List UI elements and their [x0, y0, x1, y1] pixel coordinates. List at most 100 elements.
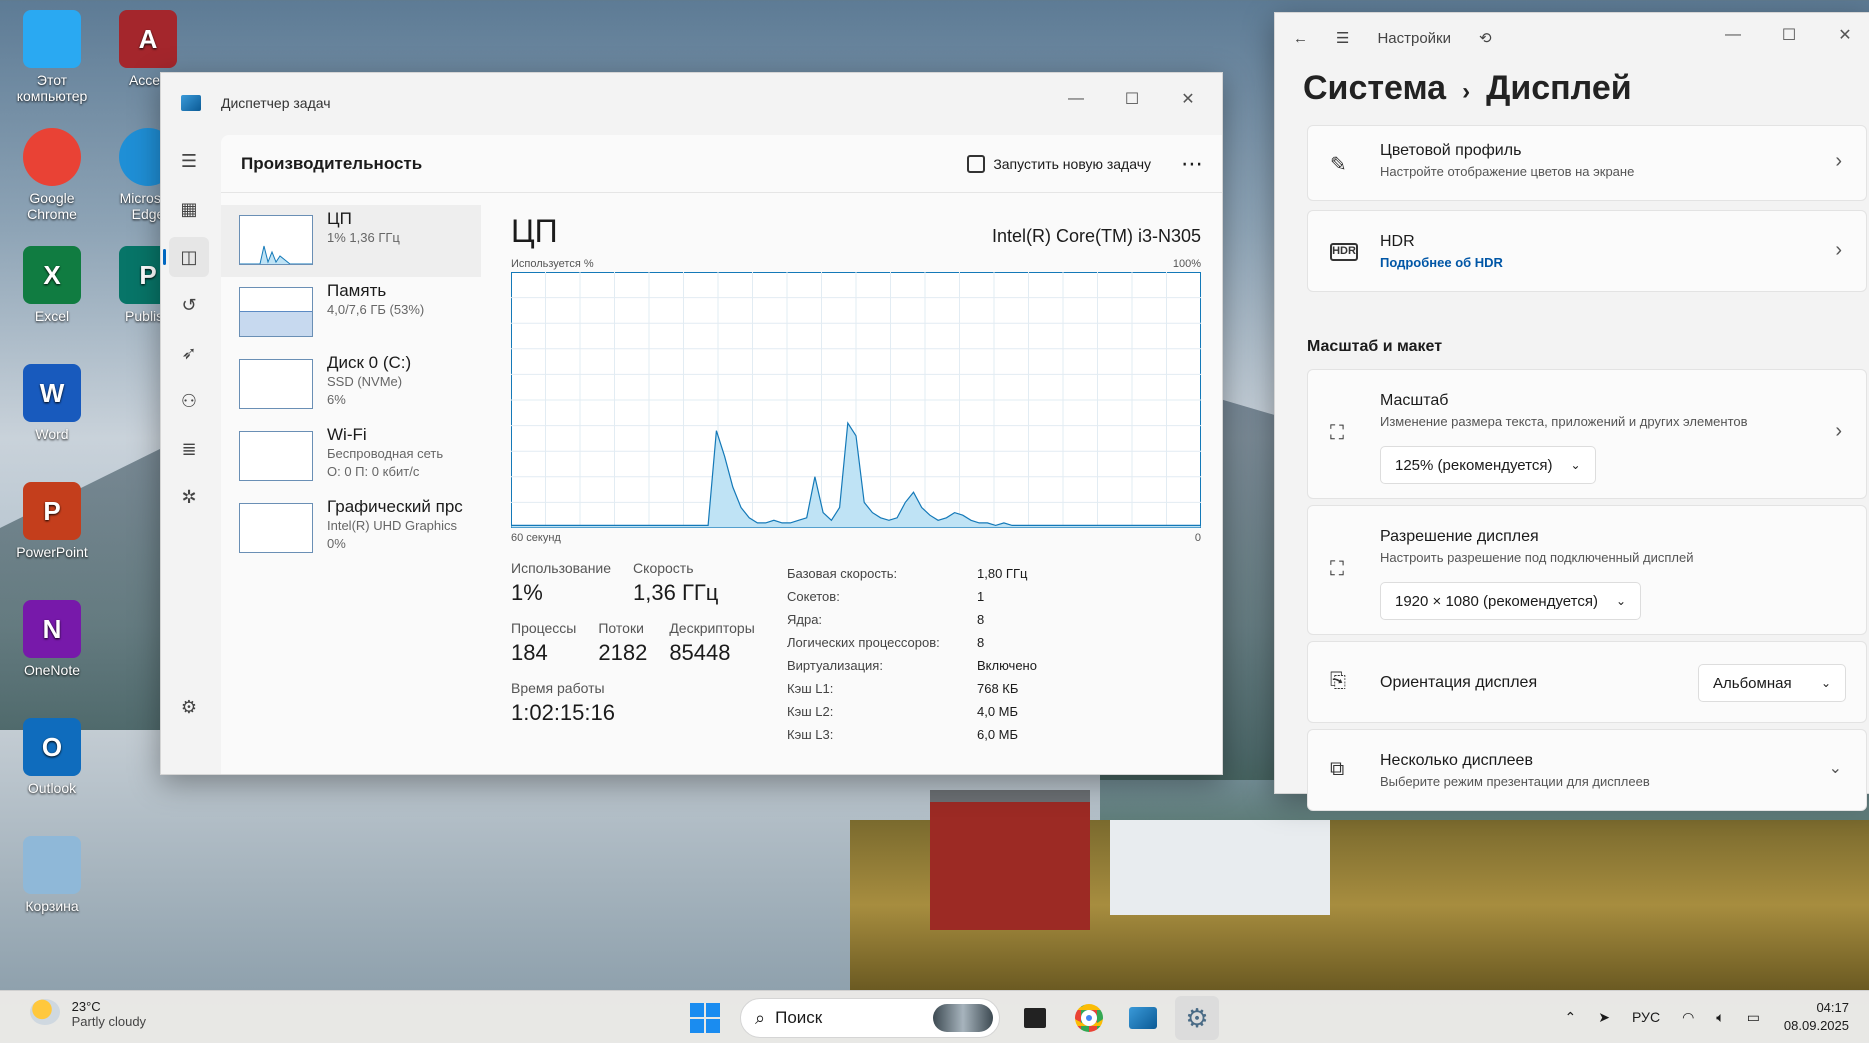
weather-temp: 23°C: [71, 999, 101, 1014]
cpu-heading: ЦП: [511, 213, 558, 249]
desktop-icon-label: OneNote: [23, 662, 81, 678]
spec-row: Кэш L3: 6,0 МБ: [787, 723, 1037, 746]
spec-key: Кэш L1:: [787, 681, 834, 696]
app-history-icon[interactable]: ↺: [169, 285, 209, 325]
hamburger-menu-icon[interactable]: ☰: [169, 141, 209, 181]
location-icon[interactable]: ➤: [1598, 1009, 1610, 1026]
minimize-button[interactable]: —: [1048, 81, 1104, 117]
hdr-card[interactable]: HDR HDR Подробнее об HDR ›: [1307, 210, 1867, 292]
desktop-icon[interactable]: Этот компьютер: [6, 10, 98, 104]
perf-item-sub2: 0%: [327, 536, 346, 551]
task-manager-icon: [1129, 1007, 1157, 1029]
cpu-usage-graph: [511, 272, 1201, 528]
perf-item-name: Wi-Fi: [327, 425, 367, 444]
taskbar: 23°C Partly cloudy ⌕ Поиск ⚙ ⌃ ➤ РУС ◠ 🔈…: [0, 990, 1869, 1043]
settings-gear-icon[interactable]: ⚙: [169, 687, 209, 727]
scale-value: 125% (рекомендуется): [1395, 456, 1553, 474]
desktop-icon[interactable]: P PowerPoint: [6, 482, 98, 560]
settings-search-icon[interactable]: ⟲: [1479, 29, 1492, 47]
settings-taskbar-button[interactable]: ⚙: [1175, 996, 1219, 1040]
perf-item-name: Память: [327, 281, 387, 300]
settings-app-title: Настройки: [1377, 29, 1452, 47]
color-profile-card[interactable]: ✎ Цветовой профиль Настройте отображение…: [1307, 125, 1867, 201]
volume-icon[interactable]: 🔈︎: [1716, 1009, 1724, 1026]
cpu-stats: Использование 1% Скорость 1,36 ГГц Процесс…: [511, 544, 787, 746]
settings-maximize-button[interactable]: ☐: [1761, 17, 1817, 53]
graph-label: Используется %: [511, 258, 594, 270]
windows-logo-icon: [690, 1003, 720, 1033]
task-manager-taskbar-button[interactable]: [1121, 996, 1165, 1040]
scale-title: Масштаб: [1380, 392, 1449, 409]
resolution-value: 1920 × 1080 (рекомендуется): [1395, 592, 1598, 610]
orientation-dropdown[interactable]: Альбомная ⌄: [1698, 664, 1846, 702]
start-button[interactable]: [683, 996, 727, 1040]
chevron-right-icon: ›: [1835, 150, 1842, 172]
processes-icon[interactable]: ▦: [169, 189, 209, 229]
perf-item[interactable]: ЦП 1% 1,36 ГГц: [221, 205, 481, 277]
system-tray: ⌃ ➤ РУС ◠ 🔈︎ ▭ 04:17 08.09.2025: [1543, 999, 1849, 1035]
task-view-button[interactable]: [1013, 996, 1057, 1040]
chevron-right-icon: ›: [1835, 420, 1842, 442]
spec-key: Виртуализация:: [787, 658, 883, 673]
wifi-icon[interactable]: ◠: [1682, 1009, 1694, 1026]
users-icon[interactable]: ⚇: [169, 381, 209, 421]
graph-timespan-label: 60 секунд: [511, 532, 561, 544]
scale-card: ⛶ Масштаб Изменение размера текста, прил…: [1307, 369, 1867, 499]
perf-item[interactable]: Память 4,0/7,6 ГБ (53%): [221, 277, 481, 349]
perf-item[interactable]: Графический прс Intel(R) UHD Graphics 0%: [221, 493, 481, 565]
desktop-icon[interactable]: W Word: [6, 364, 98, 442]
chrome-icon: [1075, 1004, 1103, 1032]
performance-icon[interactable]: ◫: [163, 237, 209, 277]
perf-thumbnail: [239, 215, 313, 265]
resolution-title: Разрешение дисплея: [1380, 528, 1539, 545]
maximize-button[interactable]: ☐: [1104, 81, 1160, 117]
close-button[interactable]: ✕: [1160, 81, 1216, 117]
settings-minimize-button[interactable]: —: [1705, 17, 1761, 53]
settings-close-button[interactable]: ✕: [1817, 17, 1869, 53]
spec-key: Логических процессоров:: [787, 635, 940, 650]
orientation-icon: ⎘: [1330, 670, 1346, 692]
chevron-up-icon[interactable]: ⌃: [1565, 1009, 1577, 1026]
desktop-icon[interactable]: N OneNote: [6, 600, 98, 678]
back-arrow-icon[interactable]: ←: [1293, 30, 1308, 47]
services-icon[interactable]: ✲: [169, 477, 209, 517]
chevron-right-icon: ›: [1462, 78, 1471, 105]
more-options-button[interactable]: ⋯: [1181, 151, 1204, 177]
section-heading: Масштаб и макет: [1307, 338, 1443, 355]
desktop-icon[interactable]: O Outlook: [6, 718, 98, 796]
taskbar-search[interactable]: ⌕ Поиск: [740, 998, 1000, 1038]
scale-sub: Изменение размера текста, приложений и д…: [1380, 414, 1748, 429]
performance-resource-list: ЦП 1% 1,36 ГГц Память 4,0/7,6 ГБ (53%) Диск …: [221, 205, 481, 565]
resolution-dropdown[interactable]: 1920 × 1080 (рекомендуется) ⌄: [1380, 582, 1642, 620]
battery-icon[interactable]: ▭: [1747, 1009, 1760, 1026]
scale-dropdown[interactable]: 125% (рекомендуется) ⌄: [1380, 446, 1596, 484]
outlook-icon: O: [23, 718, 81, 776]
nav-menu-icon[interactable]: ☰: [1336, 29, 1349, 47]
window-controls: — ☐ ✕: [1048, 81, 1216, 117]
run-new-task-button[interactable]: Запустить новую задачу: [967, 154, 1151, 173]
startup-apps-icon[interactable]: ➶: [169, 333, 209, 373]
multiple-displays-card[interactable]: ⧉ Несколько дисплеев Выберите режим през…: [1307, 729, 1867, 811]
page-title: Производительность: [241, 153, 423, 173]
chevron-right-icon: ›: [1835, 239, 1842, 261]
perf-thumbnail: [239, 431, 313, 481]
spec-key: Ядра:: [787, 612, 823, 627]
clock[interactable]: 04:17 08.09.2025: [1784, 999, 1849, 1035]
hdr-link[interactable]: Подробнее об HDR: [1380, 255, 1503, 270]
perf-item[interactable]: Диск 0 (C:) SSD (NVMe) 6%: [221, 349, 481, 421]
chevron-down-icon: ⌄: [1828, 760, 1842, 777]
chrome-taskbar-button[interactable]: [1067, 996, 1111, 1040]
perf-item[interactable]: Wi-Fi Беспроводная сеть О: 0 П: 0 кбит/с: [221, 421, 481, 493]
perf-item-sub: SSD (NVMe): [327, 374, 403, 389]
spec-row: Виртуализация: Включено: [787, 654, 1037, 677]
details-icon[interactable]: ≣: [169, 429, 209, 469]
hdr-title: HDR: [1380, 233, 1415, 250]
access-icon: A: [119, 10, 177, 68]
spec-row: Кэш L2: 4,0 МБ: [787, 700, 1037, 723]
breadcrumb-parent[interactable]: Система: [1303, 69, 1446, 107]
desktop-icon[interactable]: X Excel: [6, 246, 98, 324]
desktop-icon[interactable]: Google Chrome: [6, 128, 98, 222]
desktop-icon[interactable]: Корзина: [6, 836, 98, 914]
language-indicator[interactable]: РУС: [1632, 1009, 1660, 1025]
weather-widget[interactable]: 23°C Partly cloudy: [30, 999, 146, 1029]
